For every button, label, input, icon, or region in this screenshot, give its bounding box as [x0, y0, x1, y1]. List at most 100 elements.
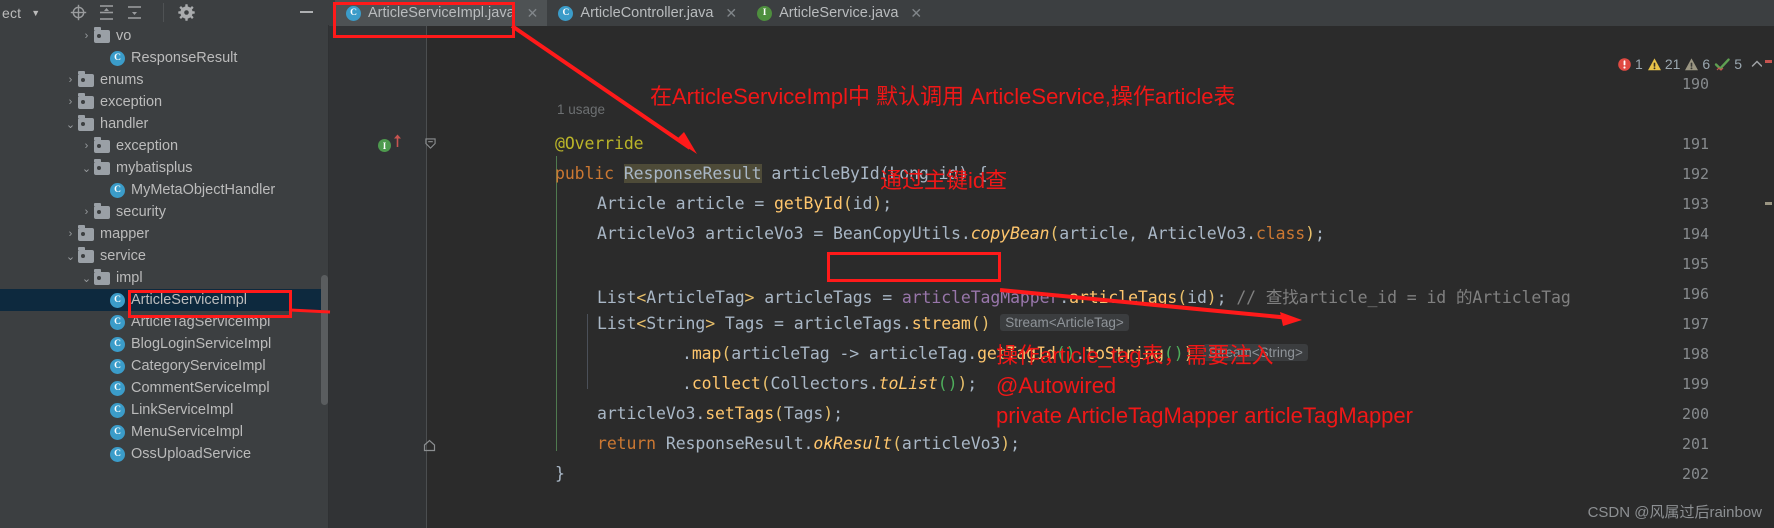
- tree-item-label: exception: [100, 94, 163, 110]
- project-dropdown-caret[interactable]: ▼: [31, 8, 40, 18]
- tree-item-impl[interactable]: ⌄ impl: [0, 267, 329, 289]
- tab-close-icon[interactable]: ✕: [527, 5, 539, 22]
- chevron-down-icon[interactable]: ⌄: [80, 272, 93, 285]
- chevron-right-icon[interactable]: ›: [80, 206, 93, 218]
- error-marker[interactable]: [1765, 60, 1772, 63]
- warning-marker[interactable]: [1765, 202, 1772, 205]
- tree-item-label: service: [100, 248, 146, 264]
- code-text-area[interactable]: 1 usage @Override public ResponseResult …: [427, 26, 1774, 528]
- tree-item-label: security: [116, 204, 166, 220]
- tree-item-label: MyMetaObjectHandler: [131, 182, 276, 198]
- class-badge-icon: C: [110, 402, 125, 418]
- tree-item-articleserviceimpl[interactable]: C ArticleServiceImpl: [0, 289, 329, 311]
- tree-item-mapper[interactable]: › mapper: [0, 223, 329, 245]
- class-badge-icon: C: [110, 50, 125, 66]
- tree-item-label: MenuServiceImpl: [131, 424, 244, 440]
- tab-close-icon[interactable]: ✕: [910, 5, 922, 22]
- indent-guide: [556, 156, 557, 451]
- tree-item-enums[interactable]: › enums: [0, 69, 329, 91]
- tree-item-label: ArticleServiceImpl: [131, 292, 248, 308]
- tree-item-label: OssUploadService: [131, 446, 252, 462]
- chevron-down-icon[interactable]: ⌄: [80, 162, 93, 175]
- implementing-method-icon[interactable]: I: [378, 139, 391, 152]
- indent-guide: [587, 314, 588, 389]
- class-badge-icon: C: [110, 358, 125, 374]
- tree-item-label: LinkServiceImpl: [131, 402, 234, 418]
- folder-icon: [78, 115, 94, 131]
- class-badge-icon: C: [110, 314, 125, 330]
- error-indicator[interactable]: 1: [1617, 56, 1643, 72]
- project-toolbar: ect ▼: [0, 0, 335, 25]
- tree-item-mybatisplus[interactable]: ⌄ mybatisplus: [0, 157, 329, 179]
- tree-item-exception[interactable]: › exception: [0, 91, 329, 113]
- tree-item-articletagserviceimpl[interactable]: C ArticleTagServiceImpl: [0, 311, 329, 333]
- tree-item-categoryserviceimpl[interactable]: C CategoryServiceImpl: [0, 355, 329, 377]
- code-line-202: }: [555, 464, 565, 483]
- tree-item-label: mybatisplus: [116, 160, 193, 176]
- folder-icon: [94, 27, 110, 43]
- toolbar-divider: [163, 3, 165, 22]
- settings-gear-icon[interactable]: [178, 4, 195, 21]
- tab-article-service[interactable]: I ArticleService.java ✕: [746, 0, 931, 26]
- weak-warning-indicator[interactable]: 6: [1684, 56, 1710, 72]
- hide-panel-icon[interactable]: [300, 11, 313, 13]
- tree-scrollbar[interactable]: [321, 275, 328, 405]
- usage-hint[interactable]: 1 usage: [557, 102, 605, 117]
- project-tree[interactable]: › vo C ResponseResult › enums › exception ⌄ handl…: [0, 25, 329, 528]
- class-badge-icon: C: [110, 182, 125, 198]
- passed-indicator[interactable]: 5: [1714, 56, 1742, 72]
- tree-item-label: enums: [100, 72, 144, 88]
- editor-scroll-markers[interactable]: [1762, 52, 1774, 528]
- chevron-right-icon[interactable]: ›: [64, 228, 77, 240]
- chevron-right-icon[interactable]: ›: [64, 74, 77, 86]
- chevron-right-icon[interactable]: ›: [80, 140, 93, 152]
- code-editor[interactable]: 190 191 192 193 194 195 196 197 198 199 200 201 202 …: [329, 26, 1774, 528]
- warning-indicator[interactable]: 21: [1647, 56, 1680, 72]
- tree-item-vo[interactable]: › vo: [0, 25, 329, 47]
- tab-close-icon[interactable]: ✕: [725, 5, 737, 22]
- chevron-right-icon[interactable]: ›: [80, 30, 93, 42]
- expand-all-icon[interactable]: [98, 4, 115, 21]
- inspection-widget[interactable]: 1 21 6 5: [1617, 56, 1764, 72]
- tree-item-menuserviceimpl[interactable]: C MenuServiceImpl: [0, 421, 329, 443]
- override-arrow-icon[interactable]: [393, 134, 402, 148]
- warning-icon: [1647, 57, 1661, 70]
- code-line-192: public ResponseResult articleById(Long i…: [555, 164, 988, 183]
- class-badge-icon: C: [110, 336, 125, 352]
- tab-label: ArticleServiceImpl.java: [368, 5, 515, 21]
- class-badge-icon: C: [110, 424, 125, 440]
- interface-badge-icon: I: [757, 5, 773, 21]
- ide-window: ect ▼ C ArticleServiceImpl.java ✕ C Arti…: [0, 0, 1774, 528]
- tree-item-security[interactable]: › security: [0, 201, 329, 223]
- tree-item-label: impl: [116, 270, 143, 286]
- tree-item-responseresult[interactable]: C ResponseResult: [0, 47, 329, 69]
- checkmark-icon: [1715, 57, 1731, 71]
- folder-icon: [94, 137, 110, 153]
- tree-item-label: BlogLoginServiceImpl: [131, 336, 272, 352]
- tab-label: ArticleService.java: [779, 5, 899, 21]
- tree-item-exception[interactable]: › exception: [0, 135, 329, 157]
- chevron-right-icon[interactable]: ›: [64, 96, 77, 108]
- class-badge-icon: C: [558, 5, 574, 21]
- tree-item-label: exception: [116, 138, 179, 154]
- passed-count: 5: [1734, 56, 1742, 72]
- chevron-down-icon[interactable]: ⌄: [64, 118, 77, 131]
- chevron-down-icon[interactable]: ⌄: [64, 250, 77, 263]
- editor-gutter[interactable]: [329, 26, 427, 528]
- class-badge-icon: C: [110, 292, 125, 308]
- tree-item-ossuploadservice[interactable]: C OssUploadService: [0, 443, 329, 465]
- error-count: 1: [1635, 56, 1643, 72]
- tree-item-commentserviceimpl[interactable]: C CommentServiceImpl: [0, 377, 329, 399]
- folder-icon: [94, 269, 110, 285]
- tab-article-controller[interactable]: C ArticleController.java ✕: [547, 0, 746, 26]
- tree-item-mymetaobjecthandler[interactable]: C MyMetaObjectHandler: [0, 179, 329, 201]
- tree-item-handler[interactable]: ⌄ handler: [0, 113, 329, 135]
- code-line-200: articleVo3.setTags(Tags);: [597, 404, 843, 423]
- tab-article-service-impl[interactable]: C ArticleServiceImpl.java ✕: [335, 0, 548, 26]
- code-line-197: List<String> Tags = articleTags.stream()…: [597, 314, 1129, 333]
- tree-item-linkserviceimpl[interactable]: C LinkServiceImpl: [0, 399, 329, 421]
- tree-item-blogloginserviceimpl[interactable]: C BlogLoginServiceImpl: [0, 333, 329, 355]
- collapse-all-icon[interactable]: [126, 4, 143, 21]
- tree-item-service[interactable]: ⌄ service: [0, 245, 329, 267]
- locate-icon[interactable]: [70, 4, 87, 21]
